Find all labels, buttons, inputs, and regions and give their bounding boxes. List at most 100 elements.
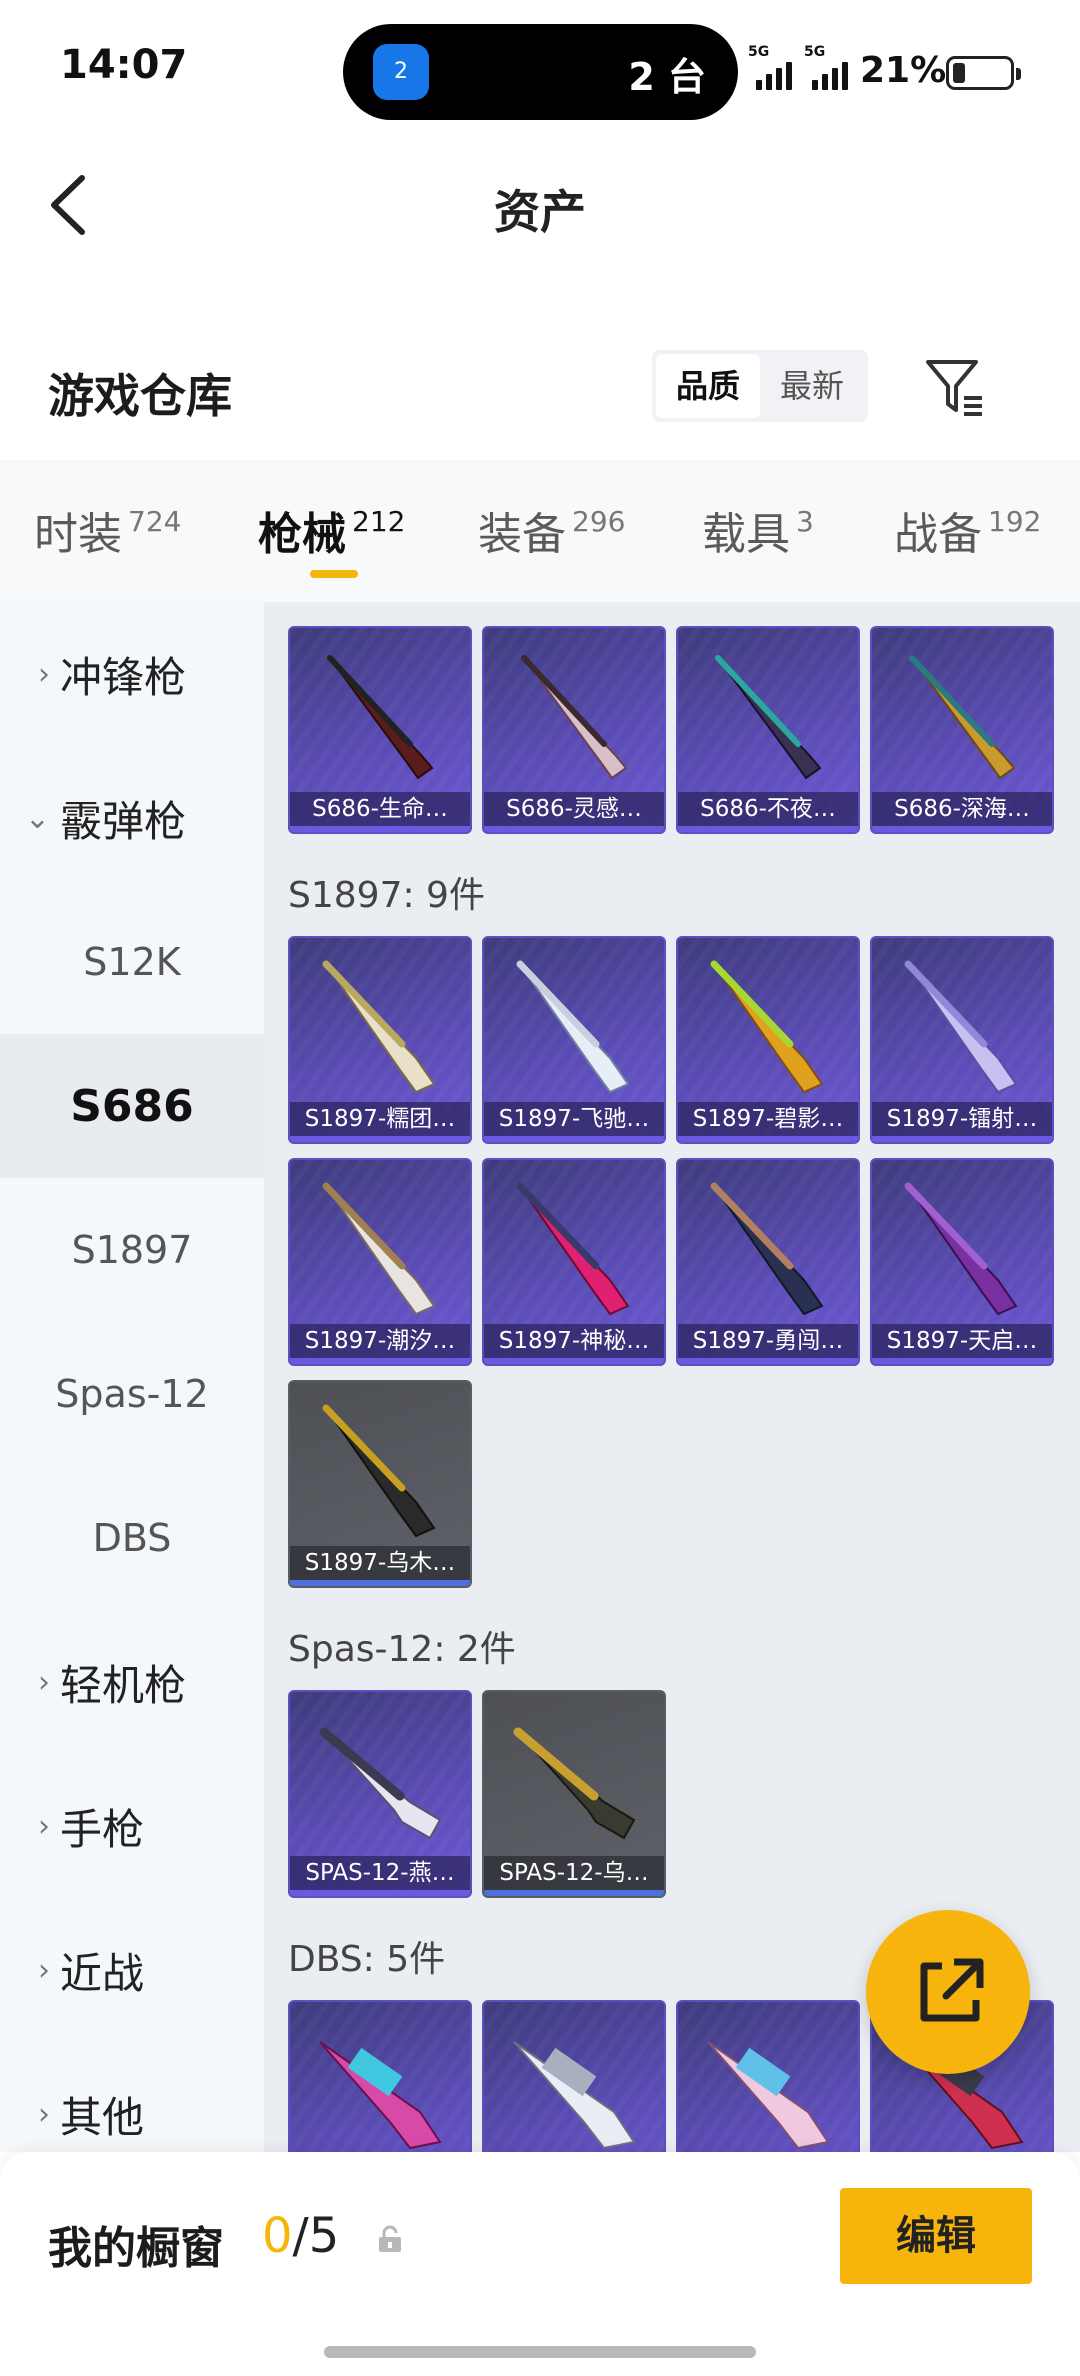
weapon-card[interactable] bbox=[288, 2000, 472, 2152]
shotgun-image bbox=[322, 960, 436, 1094]
shotgun-image bbox=[516, 1182, 630, 1316]
weapon-name: S686-生命… bbox=[290, 792, 470, 826]
weapon-name: SPAS-12-燕… bbox=[290, 1856, 470, 1890]
signal-5g-icon-2: 5G bbox=[804, 44, 856, 90]
tab-label: 枪械 bbox=[258, 509, 346, 560]
sidebar-item-s686[interactable]: S686 bbox=[0, 1034, 264, 1178]
sidebar-item-label: S12K bbox=[83, 940, 181, 984]
sidebar-item-label: 其他 bbox=[60, 2092, 145, 2142]
shotgun-image bbox=[904, 960, 1018, 1094]
tab-fashion[interactable]: 时装 724 bbox=[34, 498, 181, 562]
weapon-card[interactable] bbox=[482, 2000, 666, 2152]
battery-icon bbox=[946, 56, 1021, 90]
sidebar-item-label: S1897 bbox=[71, 1228, 193, 1272]
weapon-card[interactable]: S1897-勇闯… bbox=[676, 1158, 860, 1366]
shotgun-image bbox=[904, 1182, 1018, 1316]
weapon-name: S1897-勇闯… bbox=[678, 1324, 858, 1358]
weapon-card[interactable]: S686-灵感… bbox=[482, 626, 666, 834]
tab-label: 时装 bbox=[34, 509, 122, 560]
battery-percent: 21% bbox=[860, 50, 947, 91]
weapon-name: S1897-飞驰… bbox=[484, 1102, 664, 1136]
weapon-name: S1897-天启… bbox=[872, 1324, 1052, 1358]
sidebar-item-shotgun[interactable]: ⌄ 霰弹枪 bbox=[0, 746, 264, 890]
warehouse-title: 游戏仓库 bbox=[48, 369, 232, 423]
weapon-card[interactable]: S1897-潮汐… bbox=[288, 1158, 472, 1366]
sidebar-item-label: S686 bbox=[70, 1080, 194, 1132]
weapon-card[interactable]: S1897-碧影… bbox=[676, 936, 860, 1144]
weapon-card[interactable]: SPAS-12-燕… bbox=[288, 1690, 472, 1898]
sidebar-item-melee[interactable]: › 近战 bbox=[0, 1898, 264, 2042]
sidebar-item-lmg[interactable]: › 轻机枪 bbox=[0, 1610, 264, 1754]
weapon-card[interactable]: S1897-飞驰… bbox=[482, 936, 666, 1144]
signal-tag: 5G bbox=[748, 44, 770, 60]
chevron-right-icon: › bbox=[38, 1952, 50, 1988]
shotgun-image bbox=[707, 2041, 830, 2150]
home-indicator[interactable] bbox=[324, 2346, 756, 2358]
chevron-right-icon: › bbox=[38, 1664, 50, 1700]
tab-count: 3 bbox=[796, 505, 814, 538]
hotspot-icon: 2 bbox=[373, 44, 429, 100]
group-title-s1897: S1897: 9件 bbox=[288, 875, 485, 916]
group-title-spas12: Spas-12: 2件 bbox=[288, 1629, 516, 1670]
sidebar-item-label: 轻机枪 bbox=[60, 1660, 187, 1710]
showcase-max: 5 bbox=[308, 2208, 340, 2264]
filter-button[interactable] bbox=[918, 350, 990, 422]
sidebar-item-spas12[interactable]: Spas-12 bbox=[0, 1322, 264, 1466]
shotgun-image bbox=[327, 655, 434, 780]
active-tab-indicator bbox=[310, 570, 358, 578]
share-button[interactable] bbox=[866, 1910, 1030, 2074]
sidebar-item-label: 冲锋枪 bbox=[60, 652, 187, 702]
showcase-current: 0 bbox=[262, 2208, 293, 2264]
weapon-name: S686-灵感… bbox=[484, 792, 664, 826]
page-title: 资产 bbox=[494, 185, 586, 239]
signal-5g-icon: 5G bbox=[748, 44, 800, 90]
edit-showcase-button[interactable]: 编辑 bbox=[840, 2188, 1032, 2284]
sort-toggle: 品质 最新 bbox=[652, 350, 868, 422]
chevron-right-icon: › bbox=[38, 1808, 50, 1844]
weapon-card[interactable]: S1897-天启… bbox=[870, 1158, 1054, 1366]
weapon-card[interactable]: S1897-镭射… bbox=[870, 936, 1054, 1144]
tab-count: 212 bbox=[352, 505, 406, 538]
weapon-card[interactable]: S1897-乌木… bbox=[288, 1380, 472, 1588]
weapon-card[interactable]: S686-深海… bbox=[870, 626, 1054, 834]
dynamic-island[interactable]: 2 2 台 bbox=[343, 24, 738, 120]
weapon-card[interactable] bbox=[676, 2000, 860, 2152]
sidebar-item-pistol[interactable]: › 手枪 bbox=[0, 1754, 264, 1898]
sidebar-item-smg[interactable]: › 冲锋枪 bbox=[0, 602, 264, 746]
weapon-name: S1897-乌木… bbox=[290, 1546, 470, 1580]
showcase-count: 0/5 bbox=[262, 2208, 339, 2264]
tab-label: 载具 bbox=[702, 509, 790, 560]
tab-tactical[interactable]: 战备 192 bbox=[894, 498, 1041, 562]
chevron-down-icon: ⌄ bbox=[24, 800, 50, 836]
tab-firearms[interactable]: 枪械 212 bbox=[258, 498, 405, 562]
weapon-name: S1897-潮汐… bbox=[290, 1324, 470, 1358]
shotgun-image bbox=[710, 960, 824, 1094]
sidebar-item-s1897[interactable]: S1897 bbox=[0, 1178, 264, 1322]
sort-newest-button[interactable]: 最新 bbox=[760, 354, 864, 418]
showcase-label: 我的橱窗 bbox=[48, 2223, 224, 2274]
group-title-dbs: DBS: 5件 bbox=[288, 1939, 446, 1980]
weapon-card[interactable]: S686-不夜… bbox=[676, 626, 860, 834]
lock-icon bbox=[379, 2225, 401, 2252]
tab-vehicles[interactable]: 载具 3 bbox=[702, 498, 814, 562]
sidebar-item-label: Spas-12 bbox=[55, 1372, 209, 1416]
sidebar-item-label: 手枪 bbox=[60, 1804, 145, 1854]
weapon-card[interactable]: S686-生命… bbox=[288, 626, 472, 834]
sidebar-item-s12k[interactable]: S12K bbox=[0, 890, 264, 1034]
weapon-name: S1897-神秘… bbox=[484, 1324, 664, 1358]
tab-count: 192 bbox=[988, 505, 1042, 538]
sidebar-item-label: 霰弹枪 bbox=[60, 796, 187, 846]
status-bar: 14:07 2 2 台 5G 5G 21% bbox=[0, 0, 1080, 140]
weapon-card[interactable]: S1897-神秘… bbox=[482, 1158, 666, 1366]
shotgun-image bbox=[322, 1182, 436, 1316]
weapon-name: S686-不夜… bbox=[678, 792, 858, 826]
shotgun-image bbox=[710, 1182, 824, 1316]
weapon-name: S686-深海… bbox=[872, 792, 1052, 826]
shotgun-image bbox=[516, 960, 630, 1094]
weapon-card[interactable]: S1897-糯团… bbox=[288, 936, 472, 1144]
sidebar-item-dbs[interactable]: DBS bbox=[0, 1466, 264, 1610]
sort-quality-button[interactable]: 品质 bbox=[656, 354, 760, 418]
weapon-name: S1897-碧影… bbox=[678, 1102, 858, 1136]
tab-equipment[interactable]: 装备 296 bbox=[478, 498, 625, 562]
weapon-card[interactable]: SPAS-12-乌… bbox=[482, 1690, 666, 1898]
